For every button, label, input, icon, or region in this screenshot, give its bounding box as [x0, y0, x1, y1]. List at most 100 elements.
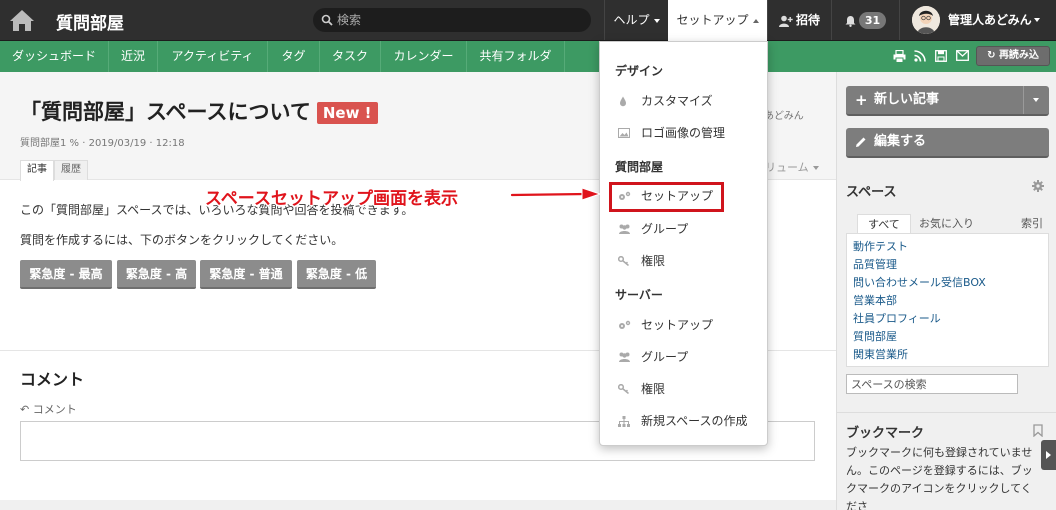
menu-item-server-setup[interactable]: セットアップ [601, 311, 767, 339]
notification-count-badge: 31 [858, 12, 887, 29]
volume-menu[interactable]: リューム [765, 159, 819, 175]
article-title: 「質問部屋」スペースについて [20, 100, 311, 124]
image-icon [618, 128, 630, 138]
refresh-icon: ↻ [987, 50, 996, 61]
plus-icon: + [855, 91, 868, 109]
spaces-heading: スペース [846, 185, 897, 200]
app-brand[interactable]: 質問部屋 [56, 9, 124, 34]
list-item[interactable]: 品質管理 [853, 256, 1042, 274]
nav-activity[interactable]: アクティビティ [158, 41, 268, 72]
setup-label: セットアップ [676, 13, 749, 27]
menu-item-new-space[interactable]: 新規スペースの作成 [601, 407, 767, 435]
urgency-normal-button[interactable]: 緊急度 - 普通 [200, 260, 292, 289]
menu-item-logo-manage[interactable]: ロゴ画像の管理 [601, 119, 767, 147]
urgency-low-button[interactable]: 緊急度 - 低 [297, 260, 376, 289]
list-item[interactable]: 社員プロフィール [853, 310, 1042, 328]
chevron-down-icon [653, 18, 660, 23]
reload-button[interactable]: ↻ 再読み込 [976, 46, 1050, 66]
urgency-highest-button[interactable]: 緊急度 - 最高 [20, 260, 112, 289]
menu-item-space-group[interactable]: グループ [601, 215, 767, 243]
menu-item-label: 権限 [641, 254, 666, 268]
menu-item-server-group[interactable]: グループ [601, 343, 767, 371]
sidebar: + 新しい記事 編集する スペース すべて お気に入り 索引 動作テスト 品質管… [836, 72, 1056, 510]
search-box[interactable] [313, 8, 591, 32]
chevron-up-icon [752, 18, 759, 23]
gears-icon [619, 320, 631, 329]
sitemap-icon [618, 416, 630, 427]
bell-icon [845, 15, 856, 27]
print-icon[interactable] [893, 50, 906, 63]
setup-dropdown-menu: デザイン カスタマイズ ロゴ画像の管理 質問部屋 セットアップ グループ 権限 … [599, 41, 768, 446]
list-item[interactable]: 質問部屋 [853, 328, 1042, 346]
tab-history[interactable]: 履歴 [54, 160, 88, 180]
key-icon [618, 384, 629, 394]
setup-menu[interactable]: セットアップ [668, 0, 767, 41]
list-item[interactable]: 関東営業所 [853, 346, 1042, 364]
menu-item-label: グループ [641, 222, 689, 236]
home-icon[interactable] [8, 7, 36, 33]
menu-item-space-setup[interactable]: セットアップ [609, 182, 724, 212]
invite-button[interactable]: 招待 [767, 0, 831, 40]
article-meta: 質問部屋1 % · 2019/03/19 · 12:18 [20, 138, 185, 149]
edit-label: 編集する [874, 134, 927, 149]
list-item[interactable]: 問い合わせメール受信BOX [853, 274, 1042, 292]
list-item[interactable]: 動作テスト [853, 238, 1042, 256]
new-article-dropdown[interactable] [1023, 86, 1049, 114]
new-article-button[interactable]: + 新しい記事 [846, 86, 1049, 116]
menu-item-server-permission[interactable]: 権限 [601, 375, 767, 403]
room-section-heading: 質問部屋 [615, 160, 664, 174]
add-user-icon [778, 15, 793, 27]
volume-label: リューム [765, 161, 809, 174]
nav-calendar[interactable]: カレンダー [381, 41, 467, 72]
group-icon [619, 352, 630, 362]
reload-label: 再読み込 [998, 50, 1039, 61]
search-input[interactable] [337, 11, 577, 29]
sidebar-toggle[interactable] [1041, 440, 1056, 470]
rss-icon[interactable] [914, 50, 926, 62]
annotation-callout: スペースセットアップ画面を表示 [205, 189, 458, 209]
bookmark-heading: ブックマーク [846, 426, 925, 441]
edit-button[interactable]: 編集する [846, 128, 1049, 158]
tab-article[interactable]: 記事 [20, 160, 54, 181]
list-item[interactable]: 営業本部 [853, 292, 1042, 310]
save-icon[interactable] [935, 50, 947, 62]
menu-item-label: カスタマイズ [641, 94, 713, 108]
nav-tags[interactable]: タグ [268, 41, 320, 72]
nav-tasks[interactable]: タスク [320, 41, 381, 72]
menu-item-label: グループ [641, 350, 689, 364]
gears-icon [619, 191, 631, 200]
invite-label: 招待 [795, 13, 820, 27]
chevron-down-icon [1033, 98, 1039, 102]
mail-icon[interactable] [956, 50, 969, 61]
chevron-right-icon [1046, 451, 1051, 459]
pencil-icon [856, 137, 866, 147]
menu-item-customize[interactable]: カスタマイズ [601, 87, 767, 115]
help-menu[interactable]: ヘルプ [604, 0, 668, 40]
space-search-input[interactable] [846, 374, 1018, 394]
menu-item-label: セットアップ [641, 318, 714, 332]
comment-reply-link[interactable]: ↶ コメント [20, 401, 77, 417]
user-menu[interactable]: 管理人あどみん [899, 0, 1056, 40]
author-name[interactable]: あどみん [764, 107, 804, 122]
urgency-high-button[interactable]: 緊急度 - 高 [117, 260, 196, 289]
new-badge: New ! [316, 102, 378, 124]
gear-icon[interactable] [1032, 180, 1044, 192]
menu-item-label: 新規スペースの作成 [641, 414, 748, 428]
top-bar: 質問部屋 ヘルプ セットアップ 招待 31 [0, 0, 1056, 41]
menu-item-label: ロゴ画像の管理 [641, 126, 726, 140]
tab-index[interactable]: 索引 [1021, 214, 1043, 233]
tab-favorite-spaces[interactable]: お気に入り [909, 214, 984, 233]
chevron-down-icon [1034, 18, 1040, 22]
nav-shared-folder[interactable]: 共有フォルダ [467, 41, 565, 72]
nav-recent[interactable]: 近況 [109, 41, 158, 72]
notifications-button[interactable]: 31 [831, 0, 899, 40]
nav-dashboard[interactable]: ダッシュボード [0, 41, 109, 72]
menu-item-space-permission[interactable]: 権限 [601, 247, 767, 275]
tab-all-spaces[interactable]: すべて [857, 214, 911, 233]
search-icon [321, 14, 333, 26]
user-name: 管理人あどみん [948, 13, 1032, 27]
menu-item-label: セットアップ [641, 189, 714, 203]
comment-reply-label: コメント [32, 403, 77, 416]
comment-heading: コメント [20, 370, 85, 389]
bookmark-icon[interactable] [1033, 424, 1043, 437]
